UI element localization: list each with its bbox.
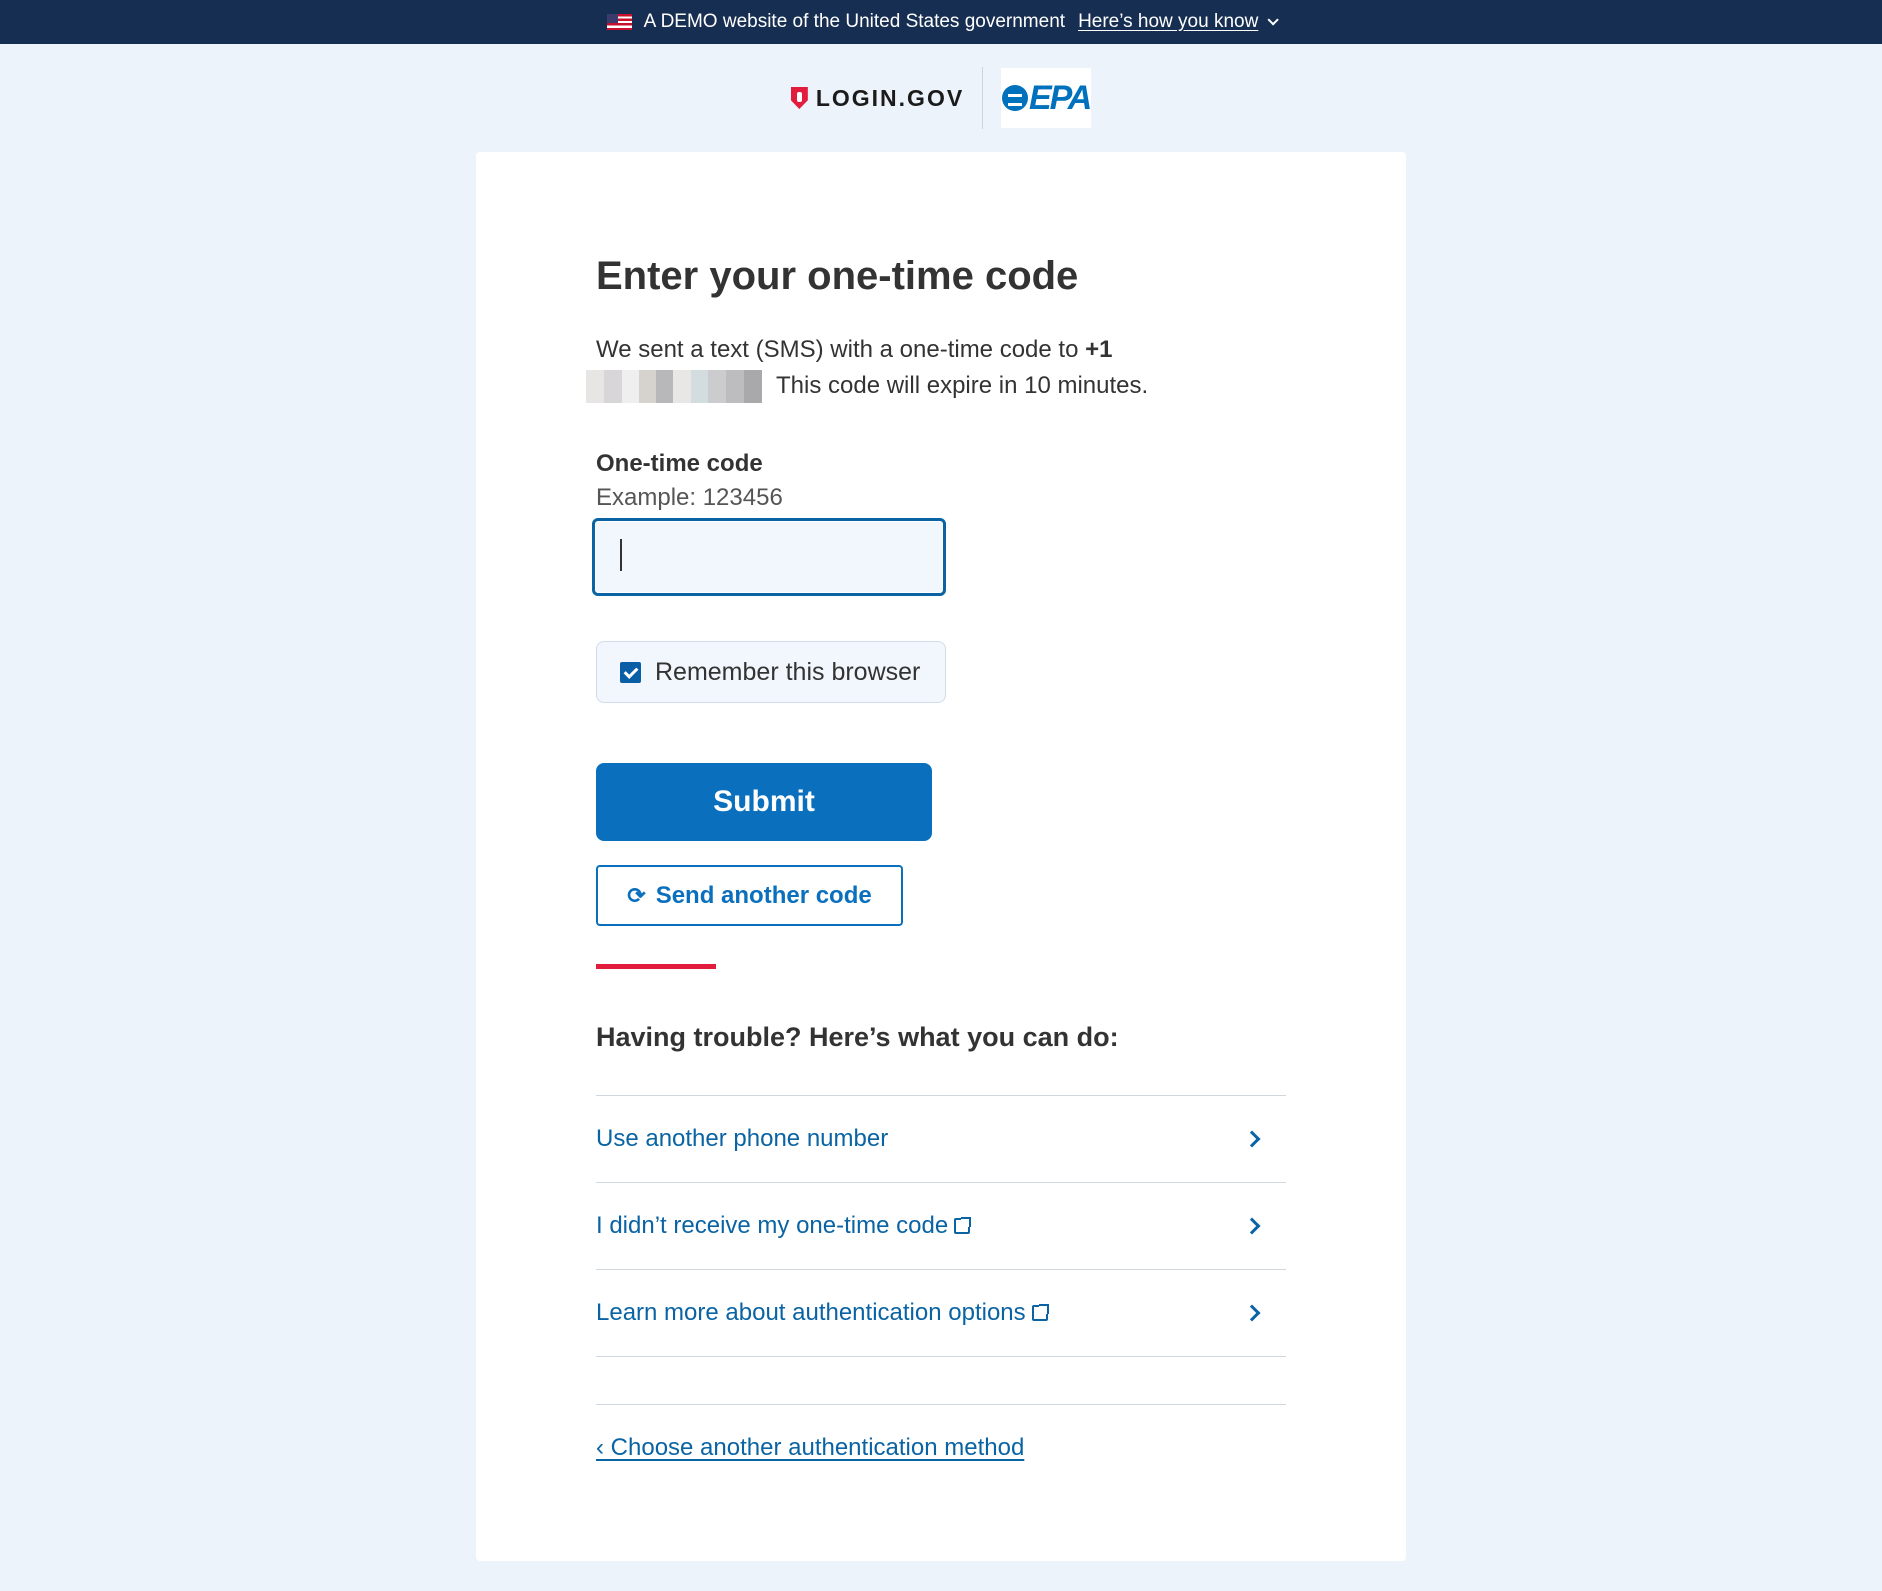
send-another-code-label: Send another code (655, 881, 872, 909)
chevron-right-icon (1243, 1217, 1261, 1235)
option-label: I didn’t receive my one-time code (596, 1212, 972, 1240)
gov-banner: A DEMO website of the United States gove… (0, 0, 1882, 44)
option-text: Use another phone number (596, 1125, 889, 1152)
heres-how-you-know-link[interactable]: Here’s how you know (1078, 11, 1258, 33)
code-hint: Example: 123456 (596, 484, 783, 511)
phone-prefix: +1 (1085, 336, 1113, 363)
option-label: Use another phone number (596, 1125, 888, 1153)
code-label: One-time code (596, 450, 763, 477)
logo-divider (982, 67, 984, 129)
shield-icon (790, 87, 808, 109)
option-text: I didn’t receive my one-time code (596, 1212, 949, 1239)
text-caret (620, 539, 622, 571)
chevron-down-icon[interactable] (1267, 14, 1280, 26)
checkbox-checked-icon[interactable] (620, 661, 641, 683)
login-gov-logo: LOGIN.GOV (790, 84, 982, 112)
intro-suffix: This code will expire in 10 minutes. (776, 372, 1149, 399)
chevron-right-icon (1243, 1130, 1261, 1148)
epa-globe-icon (1001, 85, 1028, 111)
remember-browser-label: Remember this browser (655, 657, 921, 686)
divider (596, 1404, 1286, 1405)
chevron-right-icon (1243, 1304, 1261, 1322)
gov-banner-text: A DEMO website of the United States gove… (643, 11, 1066, 32)
epa-logo: EPA (1001, 68, 1092, 128)
choose-another-method-link[interactable]: ‹ Choose another authentication method (596, 1434, 1024, 1462)
external-link-icon (1031, 1304, 1049, 1321)
submit-button[interactable]: Submit (596, 763, 932, 841)
option-label: Learn more about authentication options (596, 1299, 1049, 1327)
option-use-another-phone[interactable]: Use another phone number (596, 1096, 1286, 1183)
remember-browser-checkbox[interactable]: Remember this browser (596, 641, 946, 703)
intro-prefix: We sent a text (SMS) with a one-time cod… (596, 336, 1079, 363)
option-text: Learn more about authentication options (596, 1299, 1026, 1326)
redacted-phone-number (586, 370, 762, 404)
main-card: Enter your one-time code We sent a text … (476, 152, 1406, 1561)
us-flag-icon (606, 14, 632, 30)
option-learn-auth-options[interactable]: Learn more about authentication options (596, 1270, 1286, 1357)
send-another-code-button[interactable]: ⟳ Send another code (596, 865, 903, 926)
refresh-icon: ⟳ (627, 882, 646, 908)
one-time-code-input[interactable] (592, 518, 946, 596)
option-didnt-receive-code[interactable]: I didn’t receive my one-time code (596, 1183, 1286, 1270)
external-link-icon (954, 1217, 972, 1234)
header-logos: LOGIN.GOV EPA (0, 67, 1882, 129)
page-title: Enter your one-time code (596, 254, 1079, 298)
epa-logo-text: EPA (1028, 78, 1092, 117)
login-gov-logo-text: LOGIN.GOV (815, 84, 965, 111)
trouble-options-list: Use another phone number I didn’t receiv… (596, 1095, 1286, 1357)
trouble-heading: Having trouble? Here’s what you can do: (596, 1022, 1119, 1052)
intro-text: We sent a text (SMS) with a one-time cod… (586, 332, 1286, 404)
accent-divider (596, 964, 716, 969)
